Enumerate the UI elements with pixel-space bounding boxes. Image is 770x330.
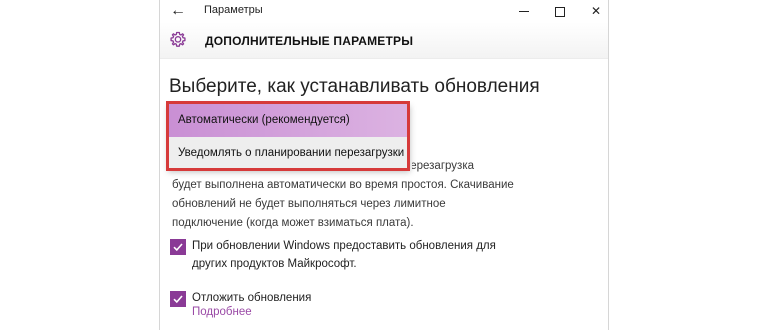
- close-button[interactable]: ✕: [578, 0, 608, 22]
- window-title: Параметры: [204, 4, 263, 16]
- section-title: Выберите, как устанавливать обновления: [169, 76, 540, 97]
- minimize-icon: [519, 11, 529, 13]
- description-line: обновлений не будет выполняться через ли…: [172, 198, 446, 210]
- arrow-left-icon[interactable]: ←: [168, 1, 188, 21]
- defer-updates-label: Отложить обновления: [192, 292, 312, 304]
- maximize-button[interactable]: [542, 0, 578, 22]
- minimize-button[interactable]: [506, 0, 542, 22]
- gear-icon: [170, 31, 186, 47]
- description-line: будет выполнена автоматически во время п…: [172, 179, 514, 191]
- learn-more-link[interactable]: Подробнее: [192, 306, 252, 318]
- share-updates-checkbox[interactable]: [170, 239, 186, 255]
- close-icon: ✕: [590, 4, 602, 18]
- highlight-frame: [166, 101, 410, 171]
- checkmark-icon: [173, 243, 183, 252]
- checkmark-icon: [173, 295, 183, 304]
- title-bar: ← Параметры ✕: [160, 0, 608, 22]
- maximize-icon: [555, 6, 565, 17]
- share-updates-label: При обновлении Windows предоставить обно…: [192, 240, 496, 270]
- page-title: ДОПОЛНИТЕЛЬНЫЕ ПАРАМЕТРЫ: [205, 34, 414, 48]
- description-line: подключение (когда может взиматься плата…: [172, 217, 414, 229]
- defer-updates-checkbox[interactable]: [170, 291, 186, 307]
- page-header: ДОПОЛНИТЕЛЬНЫЕ ПАРАМЕТРЫ: [160, 22, 608, 59]
